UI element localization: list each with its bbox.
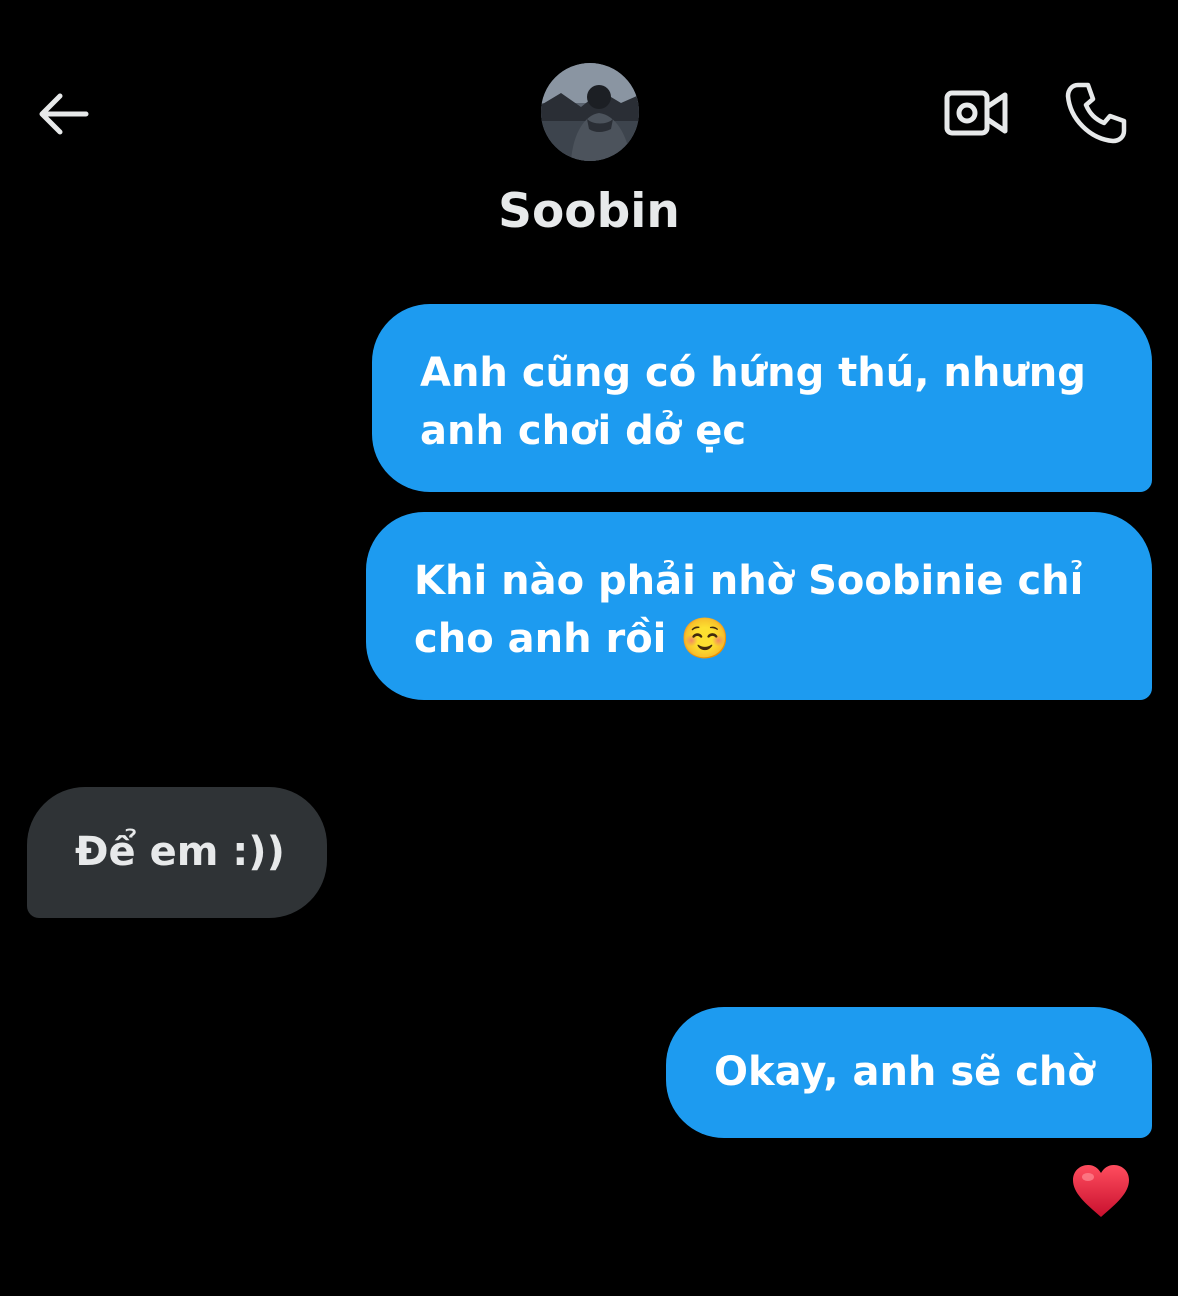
- avatar-photo: [541, 63, 639, 161]
- phone-icon: [1065, 82, 1127, 144]
- arrow-left-icon: [39, 93, 89, 135]
- red-heart-icon: [1073, 1165, 1129, 1217]
- avatar[interactable]: [541, 63, 639, 161]
- message-bubble-sent[interactable]: Anh cũng có hứng thú, nhưng anh chơi dở …: [372, 304, 1152, 492]
- message-bubble-received[interactable]: Để em :)): [27, 787, 327, 918]
- message-bubble-sent[interactable]: Khi nào phải nhờ Soobinie chỉ cho anh rồ…: [366, 512, 1152, 700]
- message-text: Anh cũng có hứng thú, nhưng anh chơi dở …: [420, 350, 1086, 454]
- back-button[interactable]: [30, 82, 94, 146]
- contact-name[interactable]: Soobin: [0, 180, 1178, 244]
- video-call-button[interactable]: [938, 78, 1014, 148]
- conversation-header: Soobin: [0, 0, 1178, 270]
- message-reaction[interactable]: [1068, 1158, 1134, 1224]
- voice-call-button[interactable]: [1058, 78, 1134, 148]
- video-camera-icon: [944, 90, 1008, 136]
- message-text: Khi nào phải nhờ Soobinie chỉ cho anh rồ…: [414, 558, 1084, 662]
- message-bubble-sent[interactable]: Okay, anh sẽ chờ: [666, 1007, 1152, 1138]
- message-text: Okay, anh sẽ chờ: [714, 1049, 1095, 1095]
- message-text: Để em :)): [75, 829, 285, 875]
